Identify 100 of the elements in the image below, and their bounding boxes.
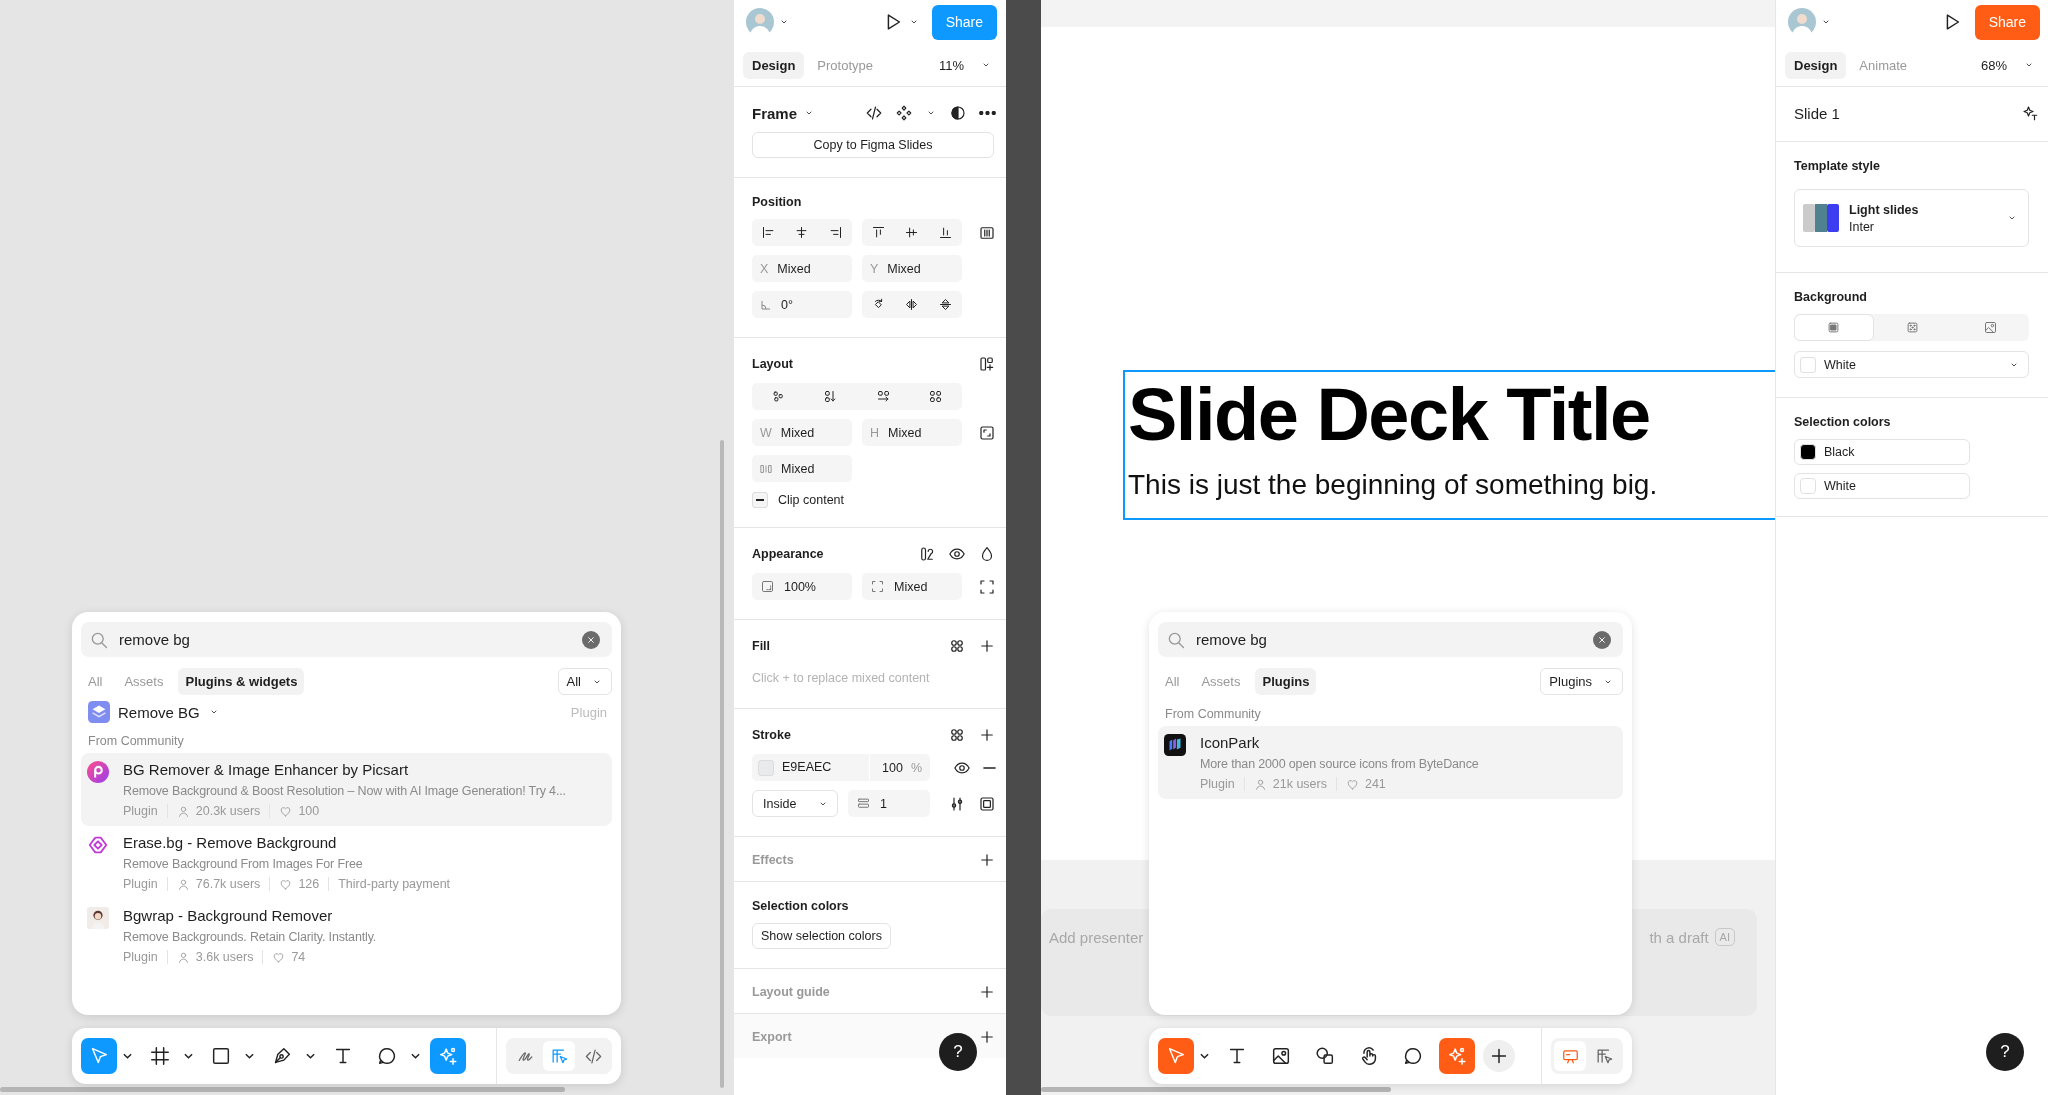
chevron-icon[interactable] — [123, 1053, 132, 1059]
scrollbar[interactable] — [0, 1087, 565, 1092]
section-heading: Template style — [1794, 159, 1881, 173]
section-heading: Selection colors — [1794, 415, 1892, 429]
free-layout-icon — [770, 389, 786, 404]
theme-swatch-icon — [1803, 204, 1839, 232]
plugin-icon — [87, 907, 109, 929]
dot-pattern-icon — [1905, 320, 1920, 335]
plugin-icon — [1164, 734, 1186, 756]
plugin-icon — [88, 701, 110, 723]
plugin-description: Remove Background & Boost Resolution – Now with AI Image Generation! Try 4... — [123, 784, 566, 798]
sparkle-text-icon — [2021, 104, 2039, 122]
plugin-description: Remove Backgrounds. Retain Clarity. Instantly. — [123, 930, 377, 944]
copy-button[interactable]: Copy to Figma Slides — [752, 132, 994, 158]
plugin-result[interactable]: IconPark More than 2000 open source icons from ByteDance Plugin 21k users 241 — [1158, 726, 1623, 799]
chevron-icon[interactable] — [184, 1053, 193, 1059]
scrollbar[interactable] — [720, 440, 724, 1088]
clear-button[interactable] — [582, 630, 600, 649]
rotation-field[interactable]: 0° — [752, 291, 852, 318]
plugin-name[interactable]: Remove BG — [118, 703, 200, 721]
color-swatch[interactable] — [1800, 444, 1816, 460]
plugin-name: IconPark — [1200, 734, 1261, 751]
align-top-icon — [871, 225, 887, 240]
mode-button[interactable] — [543, 1041, 575, 1071]
scrollbar[interactable] — [1041, 1087, 1391, 1092]
more-icon — [979, 111, 996, 115]
height-field[interactable]: H Mixed — [862, 419, 962, 446]
user-count: 3.6k users — [195, 950, 254, 964]
plugin-type: Plugin — [123, 804, 158, 818]
panel-tab[interactable]: Design — [743, 51, 805, 79]
tool-button[interactable] — [1483, 1040, 1515, 1072]
plugin-result[interactable]: Erase.bg - Remove Background Remove Background From Images For Free Plugin 76.7k users 126 Third-party payment — [81, 826, 612, 899]
shapes-icon — [1314, 1045, 1336, 1067]
plugin-icon — [87, 761, 109, 783]
filter-tab[interactable]: Plugins — [1255, 668, 1317, 695]
mode-button[interactable] — [1554, 1041, 1586, 1071]
selection-frame[interactable]: Slide Deck Title This is just the beginning of something big. — [1123, 370, 1775, 520]
plus-icon — [978, 983, 996, 1001]
section-heading: Stroke — [752, 728, 791, 742]
template-font: Inter — [1849, 219, 1875, 234]
chevron-icon[interactable] — [411, 1053, 420, 1059]
zoom-level[interactable]: 68% — [1980, 57, 2007, 73]
align-middle-icon — [904, 225, 920, 240]
like-count: 241 — [1364, 777, 1386, 791]
panel-tab[interactable]: Design — [1785, 51, 1847, 79]
stroke-color-field[interactable]: E9EAEC 100 % — [752, 754, 930, 781]
zoom-level[interactable]: 11% — [938, 57, 964, 73]
color-row[interactable]: Black — [1794, 439, 1970, 465]
checkbox[interactable] — [752, 492, 768, 508]
show-colors-button[interactable]: Show selection colors — [752, 923, 891, 949]
section-heading: Fill — [752, 639, 771, 653]
filter-tab[interactable]: Plugins & widgets — [178, 668, 305, 695]
plugin-type: Plugin — [1200, 777, 1235, 791]
flip-vertical-icon — [937, 297, 953, 312]
section-heading: Position — [752, 195, 803, 209]
corner-radius-field[interactable]: Mixed — [862, 573, 962, 600]
color-swatch[interactable] — [1800, 478, 1816, 494]
search-field[interactable]: remove bg — [81, 622, 612, 657]
opacity-field[interactable]: 100% — [752, 573, 852, 600]
plugin-name: BG Remover & Image Enhancer by Picsart — [123, 761, 410, 778]
gap-field[interactable]: Mixed — [752, 455, 852, 482]
checkbox-label: Clip content — [778, 493, 844, 507]
section-heading: Effects — [752, 853, 794, 867]
like-count: 126 — [298, 877, 320, 891]
clear-button[interactable] — [1593, 630, 1611, 649]
plugin-result[interactable]: Bgwrap - Background Remover Remove Backgrounds. Retain Clarity. Instantly. Plugin 3.6k users 74 — [81, 899, 612, 972]
y-field[interactable]: Y Mixed — [862, 255, 962, 282]
x-field[interactable]: X Mixed — [752, 255, 852, 282]
align-bottom-icon — [937, 225, 953, 240]
color-swatch[interactable] — [758, 759, 774, 776]
user-icon — [1253, 777, 1267, 791]
resize-icon — [978, 423, 996, 442]
plugin-name: Bgwrap - Background Remover — [123, 907, 334, 924]
selection-type[interactable]: Frame — [752, 104, 798, 122]
plugin-type: Plugin — [570, 704, 607, 720]
filter-dropdown[interactable]: All — [557, 668, 612, 695]
minus-icon — [983, 766, 996, 769]
chevron-icon[interactable] — [1200, 1053, 1209, 1059]
add-layout-icon — [978, 355, 996, 373]
template-dropdown[interactable]: Light slides Inter — [1794, 189, 2029, 247]
section-heading: Layout — [752, 357, 793, 371]
stroke-weight-field[interactable]: 1 — [848, 790, 930, 817]
filter-dropdown[interactable]: Plugins — [1540, 668, 1623, 695]
slide-subtitle: This is just the beginning of something big. — [1128, 468, 1659, 502]
chevron-icon[interactable] — [306, 1053, 315, 1059]
chevron-icon[interactable] — [245, 1053, 254, 1059]
user-count: 21k users — [1272, 777, 1327, 791]
heart-icon — [272, 950, 286, 964]
user-count: 20.3k users — [195, 804, 261, 818]
width-field[interactable]: W Mixed — [752, 419, 852, 446]
background-color-dropdown[interactable]: White — [1794, 351, 2029, 378]
four-circles-icon — [948, 726, 966, 744]
search-field[interactable]: remove bg — [1158, 622, 1623, 657]
stroke-position-dropdown[interactable]: Inside — [752, 790, 838, 817]
solid-fill-icon — [1826, 320, 1842, 335]
slide-title: Slide Deck Title — [1128, 374, 1651, 456]
half-circle-icon — [949, 104, 967, 122]
color-row[interactable]: White — [1794, 473, 1970, 499]
plus-icon — [978, 726, 996, 744]
plugin-result[interactable]: BG Remover & Image Enhancer by Picsart Remove Background & Boost Resolution – Now with AI Image Generation! Try 4... Plugin 20.3k users 100 — [81, 753, 612, 826]
